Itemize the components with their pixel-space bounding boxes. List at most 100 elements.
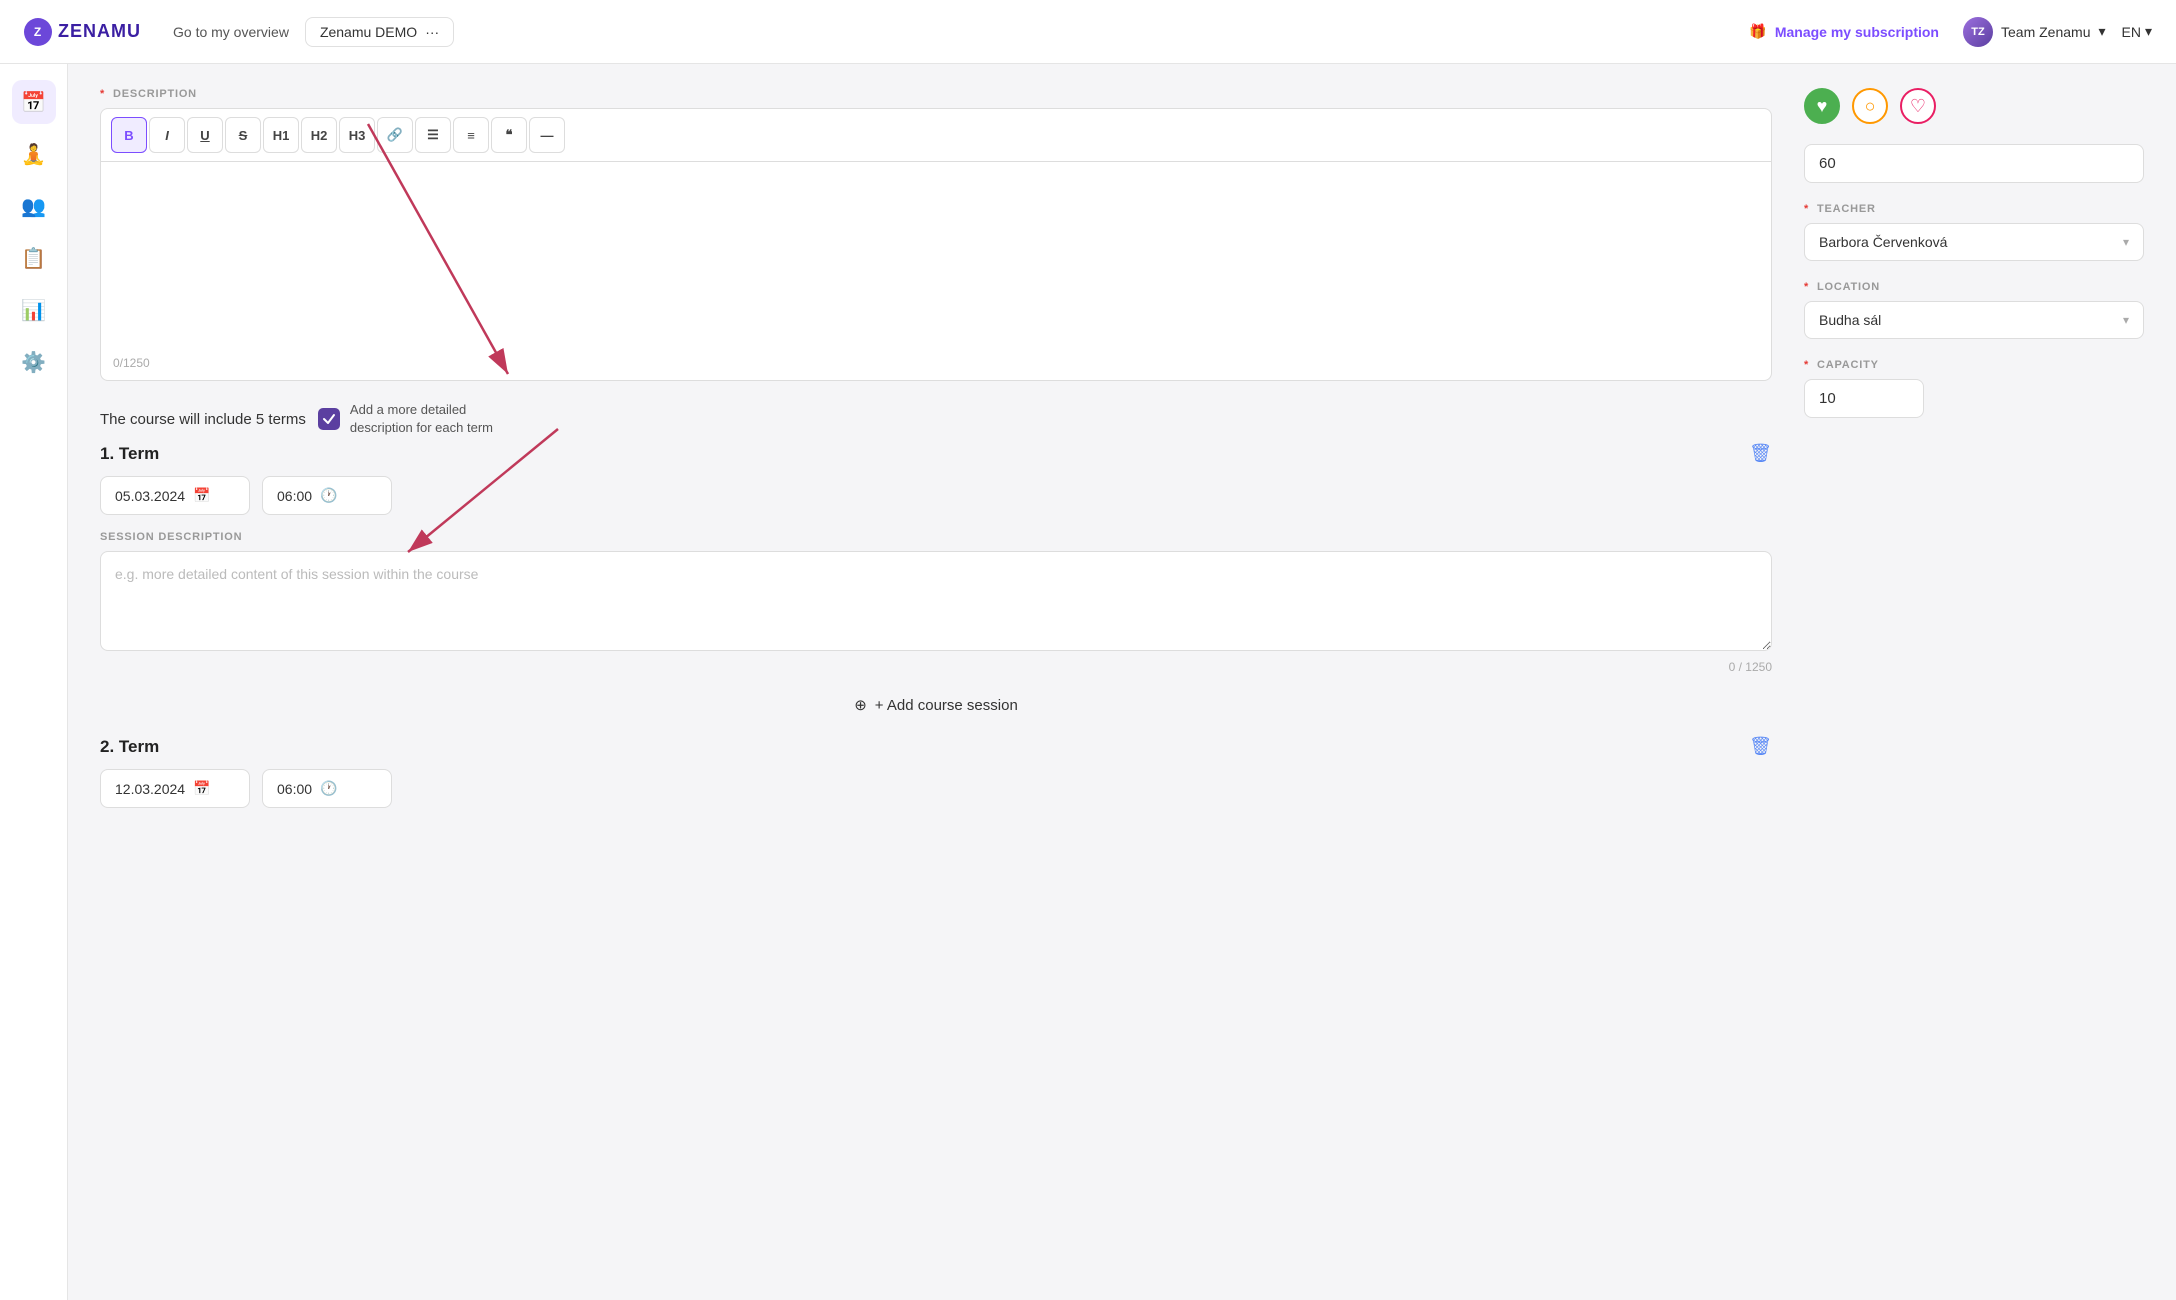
editor-toolbar: B I U S H1 H2 H3 🔗 ☰ ≡ ❝ —	[100, 108, 1772, 161]
logo-icon: Z	[24, 18, 52, 46]
bold-button[interactable]: B	[111, 117, 147, 153]
sidebar-item-settings[interactable]: ⚙️	[12, 340, 56, 384]
sidebar-item-meditation[interactable]: 🧘	[12, 132, 56, 176]
h3-button[interactable]: H3	[339, 117, 375, 153]
location-field: * LOCATION Budha sál ▾	[1804, 281, 2144, 339]
capacity-60-field	[1804, 144, 2144, 183]
term-2-delete-button[interactable]: 🗑	[1749, 736, 1772, 757]
chevron-down-icon: ▾	[2098, 23, 2105, 40]
ul-button[interactable]: ☰	[415, 117, 451, 153]
lang-label: EN	[2122, 24, 2141, 40]
workspace-name: Zenamu DEMO	[320, 24, 417, 40]
clock-icon-2: 🕐	[320, 780, 337, 797]
quote-button[interactable]: ❝	[491, 117, 527, 153]
term-1-title: 1. Term	[100, 444, 159, 464]
top-nav: Z ZENAMU Go to my overview Zenamu DEMO ·…	[0, 0, 2176, 64]
checkbox-wrapper: Add a more detailed description for each…	[318, 401, 530, 437]
term-2-header: 2. Term 🗑	[100, 736, 1772, 757]
term-2-date-value: 12.03.2024	[115, 781, 185, 797]
workspace-more-icon: ···	[425, 24, 439, 40]
sidebar-item-calendar[interactable]: 📅	[12, 80, 56, 124]
right-column: ♥ ○ ♡ * TEACHER Barbora Červenková ▾ * L…	[1804, 88, 2144, 824]
description-editor[interactable]: 0/1250	[100, 161, 1772, 381]
teacher-value: Barbora Červenková	[1819, 234, 1947, 250]
term-2-time-value: 06:00	[277, 781, 312, 797]
sidebar-item-chart[interactable]: 📊	[12, 288, 56, 332]
ol-button[interactable]: ≡	[453, 117, 489, 153]
term-2-datetime-row: 12.03.2024 📅 06:00 🕐	[100, 769, 1772, 808]
location-label: * LOCATION	[1804, 281, 2144, 293]
term-2-date-input[interactable]: 12.03.2024 📅	[100, 769, 250, 808]
teacher-field: * TEACHER Barbora Červenková ▾	[1804, 203, 2144, 261]
orange-circle-reaction[interactable]: ○	[1852, 88, 1888, 124]
term-1-datetime-row: 05.03.2024 📅 06:00 🕐	[100, 476, 1772, 515]
capacity-input[interactable]	[1804, 379, 1924, 418]
teacher-select[interactable]: Barbora Červenková ▾	[1804, 223, 2144, 261]
add-session-label: + Add course session	[875, 697, 1018, 714]
sidebar-item-users[interactable]: 👥	[12, 184, 56, 228]
main-content: * DESCRIPTION B I U S H1 H2 H3 🔗 ☰ ≡ ❝ —…	[68, 64, 2176, 848]
team-avatar: TZ	[1963, 17, 1993, 47]
teacher-chevron-icon: ▾	[2123, 235, 2129, 249]
checkmark-icon	[322, 412, 336, 426]
italic-button[interactable]: I	[149, 117, 185, 153]
teacher-label: * TEACHER	[1804, 203, 2144, 215]
add-course-session-button[interactable]: ⊕ + Add course session	[100, 682, 1772, 728]
manage-subscription-button[interactable]: 🎁 Manage my subscription	[1749, 23, 1939, 40]
term-1-block: 1. Term 🗑 05.03.2024 📅 06:00 🕐 SESSION D…	[100, 443, 1772, 728]
location-value: Budha sál	[1819, 312, 1881, 328]
lang-chevron-icon: ▾	[2145, 23, 2152, 40]
term-1-time-input[interactable]: 06:00 🕐	[262, 476, 392, 515]
strikethrough-button[interactable]: S	[225, 117, 261, 153]
team-button[interactable]: TZ Team Zenamu ▾	[1963, 17, 2106, 47]
capacity-label: * CAPACITY	[1804, 359, 2144, 371]
term-2-block: 2. Term 🗑 12.03.2024 📅 06:00 🕐	[100, 736, 1772, 808]
location-chevron-icon: ▾	[2123, 313, 2129, 327]
left-column: * DESCRIPTION B I U S H1 H2 H3 🔗 ☰ ≡ ❝ —…	[100, 88, 1772, 824]
calendar-icon: 📅	[193, 487, 210, 504]
sidebar: 📅 🧘 👥 📋 📊 ⚙️	[0, 64, 68, 1300]
required-star: *	[100, 88, 105, 100]
sidebar-item-clipboard[interactable]: 📋	[12, 236, 56, 280]
term-1-date-value: 05.03.2024	[115, 488, 185, 504]
logo-text: ZENAMU	[58, 21, 141, 42]
term-2-time-input[interactable]: 06:00 🕐	[262, 769, 392, 808]
capacity-60-input[interactable]	[1804, 144, 2144, 183]
manage-sub-label: Manage my subscription	[1775, 24, 1939, 40]
calendar-icon-2: 📅	[193, 780, 210, 797]
capacity-field: * CAPACITY	[1804, 359, 2144, 418]
terms-text: The course will include 5 terms	[100, 411, 306, 428]
term-1-header: 1. Term 🗑	[100, 443, 1772, 464]
clock-icon: 🕐	[320, 487, 337, 504]
h1-button[interactable]: H1	[263, 117, 299, 153]
language-selector[interactable]: EN ▾	[2122, 23, 2152, 40]
gift-icon: 🎁	[1749, 23, 1766, 40]
green-heart-reaction[interactable]: ♥	[1804, 88, 1840, 124]
terms-row: The course will include 5 terms Add a mo…	[100, 401, 1772, 437]
description-char-count: 0/1250	[113, 356, 150, 370]
logo: Z ZENAMU	[24, 18, 141, 46]
term-1-time-value: 06:00	[277, 488, 312, 504]
location-select[interactable]: Budha sál ▾	[1804, 301, 2144, 339]
term-1-delete-button[interactable]: 🗑	[1749, 443, 1772, 464]
session-desc-label: SESSION DESCRIPTION	[100, 531, 1772, 543]
overview-link[interactable]: Go to my overview	[173, 24, 289, 40]
team-name: Team Zenamu	[2001, 24, 2090, 40]
workspace-button[interactable]: Zenamu DEMO ···	[305, 17, 454, 47]
checkbox-label: Add a more detailed description for each…	[350, 401, 530, 437]
hr-button[interactable]: —	[529, 117, 565, 153]
pink-heart-reaction[interactable]: ♡	[1900, 88, 1936, 124]
detail-description-checkbox[interactable]	[318, 408, 340, 430]
link-button[interactable]: 🔗	[377, 117, 413, 153]
term-2-title: 2. Term	[100, 737, 159, 757]
plus-circle-icon: ⊕	[854, 696, 867, 714]
description-label: * DESCRIPTION	[100, 88, 1772, 100]
session-description-input[interactable]	[100, 551, 1772, 651]
session-char-count: 0 / 1250	[100, 660, 1772, 674]
term-1-date-input[interactable]: 05.03.2024 📅	[100, 476, 250, 515]
reaction-icons: ♥ ○ ♡	[1804, 88, 2144, 124]
h2-button[interactable]: H2	[301, 117, 337, 153]
description-section: * DESCRIPTION B I U S H1 H2 H3 🔗 ☰ ≡ ❝ —…	[100, 88, 1772, 381]
underline-button[interactable]: U	[187, 117, 223, 153]
session-description-section: SESSION DESCRIPTION 0 / 1250	[100, 531, 1772, 674]
